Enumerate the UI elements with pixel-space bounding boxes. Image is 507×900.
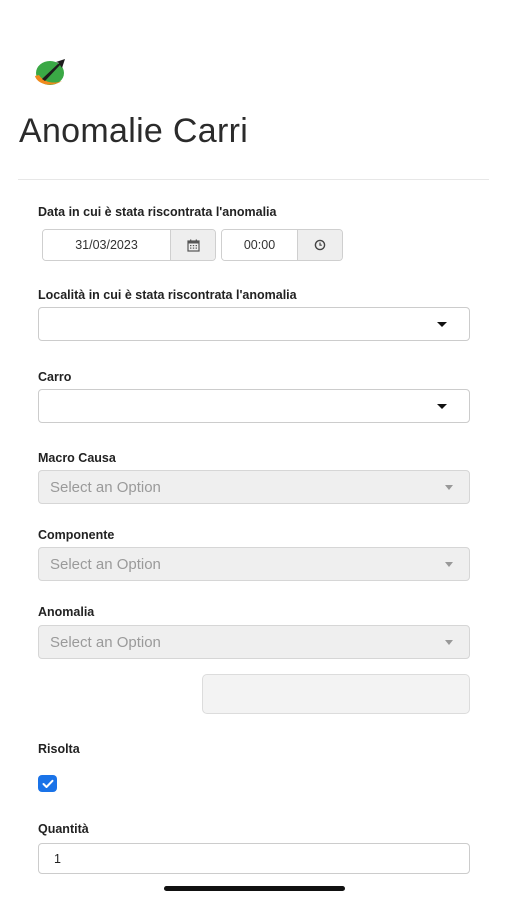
- clock-icon: [314, 239, 326, 251]
- chevron-down-icon: [437, 321, 447, 327]
- date-label: Data in cui è stata riscontrata l'anomal…: [38, 205, 277, 219]
- clock-button[interactable]: [297, 230, 342, 260]
- localita-label: Località in cui è stata riscontrata l'an…: [38, 288, 297, 302]
- componente-label: Componente: [38, 528, 115, 542]
- header-divider: [18, 179, 489, 180]
- chevron-down-icon: [445, 484, 453, 490]
- home-indicator: [164, 886, 345, 891]
- anomalia-select[interactable]: Select an Option: [38, 625, 470, 659]
- app-logo: [35, 59, 65, 85]
- date-input[interactable]: 31/03/2023: [43, 230, 170, 260]
- readonly-field: [202, 674, 470, 714]
- check-icon: [42, 779, 53, 788]
- calendar-button[interactable]: [170, 230, 215, 260]
- componente-placeholder: Select an Option: [50, 555, 161, 573]
- chevron-down-icon: [445, 561, 453, 567]
- risolta-checkbox[interactable]: [38, 775, 57, 792]
- anomalia-label: Anomalia: [38, 605, 95, 619]
- quantita-value: 1: [54, 851, 61, 866]
- time-picker[interactable]: 00:00: [221, 229, 343, 261]
- localita-select[interactable]: [38, 307, 470, 341]
- page-title: Anomalie Carri: [19, 112, 249, 150]
- time-input[interactable]: 00:00: [222, 230, 297, 260]
- date-picker[interactable]: 31/03/2023: [42, 229, 216, 261]
- macro-causa-label: Macro Causa: [38, 451, 116, 465]
- carro-label: Carro: [38, 370, 72, 384]
- carro-select[interactable]: [38, 389, 470, 423]
- chevron-down-icon: [445, 639, 453, 645]
- macro-causa-placeholder: Select an Option: [50, 478, 161, 496]
- quantita-input[interactable]: 1: [38, 843, 470, 874]
- calendar-icon: [186, 239, 200, 252]
- quantita-label: Quantità: [38, 822, 89, 836]
- risolta-label: Risolta: [38, 742, 80, 756]
- componente-select[interactable]: Select an Option: [38, 547, 470, 581]
- chevron-down-icon: [437, 403, 447, 409]
- anomalia-placeholder: Select an Option: [50, 633, 161, 651]
- macro-causa-select[interactable]: Select an Option: [38, 470, 470, 504]
